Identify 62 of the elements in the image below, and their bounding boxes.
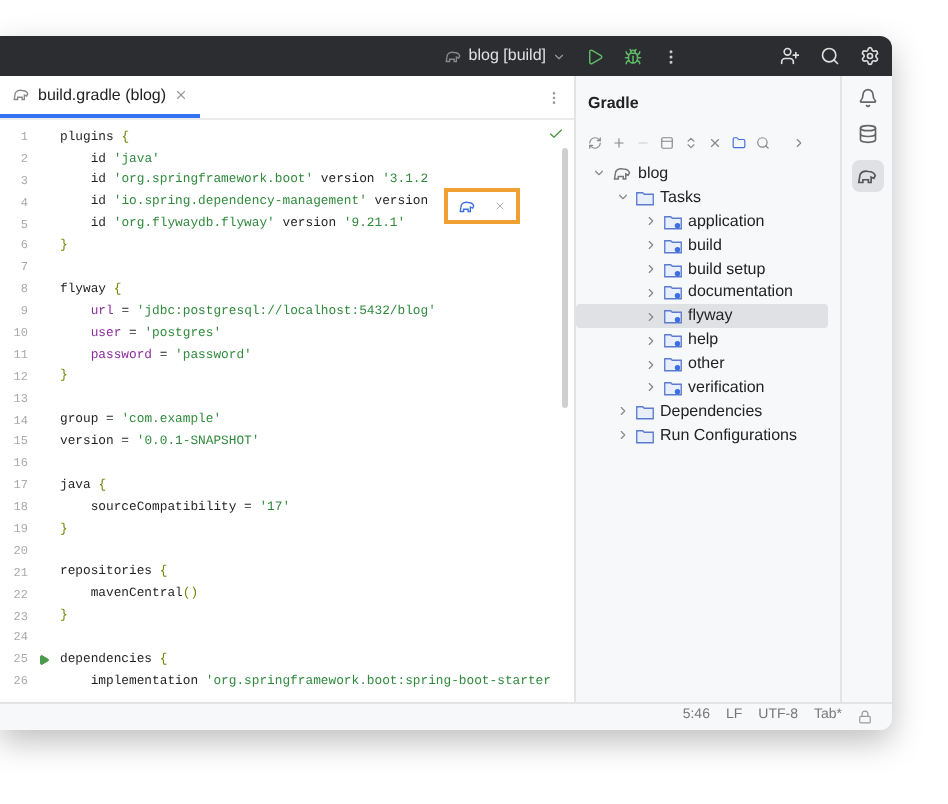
elephant-icon — [612, 165, 632, 182]
expand-icon[interactable] — [684, 135, 698, 149]
add-user-icon[interactable] — [780, 46, 800, 66]
tree-item[interactable]: verification — [576, 376, 828, 400]
check-icon — [548, 126, 564, 142]
tree-item[interactable]: documentation — [576, 280, 828, 305]
folder-icon — [664, 261, 682, 277]
run-gutter-icon[interactable] — [38, 653, 50, 666]
tree-item[interactable]: Dependencies — [576, 399, 828, 424]
debug-icon[interactable] — [624, 47, 642, 65]
tree-item[interactable]: Run Configurations — [576, 423, 828, 448]
tree-item[interactable]: build — [576, 233, 828, 258]
tree-item[interactable]: flyway — [576, 304, 828, 329]
tree-label: Run Configurations — [660, 423, 797, 448]
folder-icon — [664, 284, 682, 301]
folder-icon — [664, 332, 682, 349]
lock-icon[interactable] — [858, 710, 872, 724]
tree-item[interactable]: blog — [576, 162, 828, 186]
gradle-reload-icon — [457, 199, 476, 213]
tree-label: documentation — [688, 280, 793, 305]
run-config-selector[interactable]: blog [build] — [468, 44, 546, 68]
tree-item[interactable]: Tasks — [576, 185, 828, 210]
tree-item[interactable]: build setup — [576, 257, 828, 281]
tree-label: verification — [688, 375, 765, 400]
folder-icon — [664, 356, 682, 373]
folder-icon — [664, 237, 682, 254]
plus-icon[interactable] — [612, 135, 626, 149]
tree-item[interactable]: other — [576, 352, 828, 377]
settings-icon[interactable] — [860, 46, 880, 66]
tree-label: build — [688, 233, 722, 258]
panel-title: Gradle — [586, 92, 641, 116]
editor-tab[interactable]: build.gradle (blog) — [0, 76, 201, 118]
tree-item[interactable]: help — [576, 328, 828, 353]
run-icon[interactable] — [586, 47, 604, 65]
tree-label: Tasks — [660, 185, 701, 210]
elephant-icon — [856, 167, 878, 185]
folder-icon — [664, 308, 682, 325]
tree-label: help — [688, 328, 719, 353]
chevron-down-icon[interactable] — [552, 49, 566, 63]
tree-item[interactable]: application — [576, 209, 828, 234]
panel-icon[interactable] — [660, 135, 674, 149]
tree-label: other — [688, 352, 725, 377]
folder-icon — [664, 379, 682, 396]
database-icon[interactable] — [857, 124, 877, 144]
bell-icon[interactable] — [857, 88, 877, 108]
chevron-right-icon[interactable] — [792, 135, 806, 149]
close-icon[interactable] — [174, 88, 189, 102]
folder-icon — [636, 189, 654, 206]
close-icon[interactable] — [494, 200, 507, 212]
folder-icon[interactable] — [732, 135, 746, 149]
collapse-icon[interactable] — [708, 135, 722, 149]
tree-label: flyway — [688, 304, 733, 329]
elephant-icon — [12, 88, 30, 102]
tree-label: blog — [638, 161, 669, 186]
gradle-tool-button[interactable] — [851, 160, 883, 192]
elephant-icon — [444, 49, 463, 63]
tree-label: Dependencies — [660, 399, 763, 424]
tree-label: application — [688, 209, 765, 234]
folder-icon — [664, 213, 682, 230]
scrollbar[interactable] — [562, 148, 568, 408]
refresh-icon[interactable] — [588, 135, 602, 149]
tree-label: build setup — [688, 257, 766, 282]
